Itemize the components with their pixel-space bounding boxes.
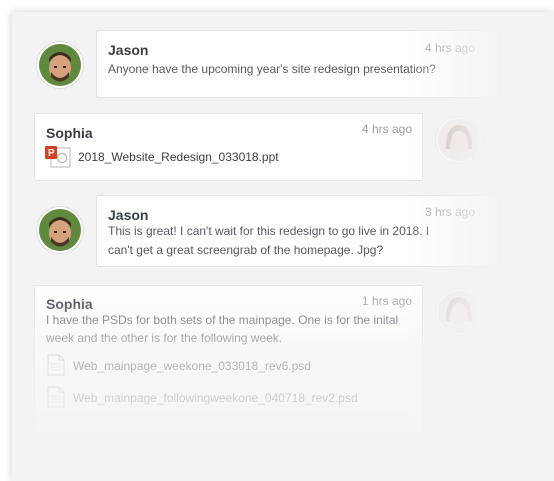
file-link[interactable]: 2018_Website_Redesign_033018.ppt xyxy=(78,150,279,164)
message-bubble-4[interactable]: Sophia 1 hrs ago I have the PSDs for bot… xyxy=(34,285,423,435)
message-time: 1 hrs ago xyxy=(362,294,413,308)
sender-name: Sophia xyxy=(46,125,93,141)
chat-panel: Jason 4 hrs ago Anyone have the upcoming… xyxy=(12,12,554,481)
document-file-icon xyxy=(47,354,65,381)
sophia-photo-icon xyxy=(438,291,480,333)
avatar-sophia[interactable] xyxy=(436,289,482,335)
message-bubble-2[interactable]: Sophia 4 hrs ago P 2018_Website_Redesign… xyxy=(34,113,423,181)
file-link[interactable]: Web_mainpage_weekone_033018_rev6.psd xyxy=(73,359,311,373)
sender-name: Jason xyxy=(108,207,149,223)
document-file-icon xyxy=(47,386,65,413)
powerpoint-file-icon: P xyxy=(44,146,72,173)
jason-photo-icon xyxy=(39,44,81,86)
avatar-jason[interactable] xyxy=(37,42,83,88)
message-time: 4 hrs ago xyxy=(362,122,413,136)
message-text-line-1: I have the PSDs for both sets of the mai… xyxy=(46,313,399,327)
message-time: 3 hrs ago xyxy=(425,205,476,219)
message-text-line-1: This is great! I can't wait for this red… xyxy=(108,224,430,238)
message-text-line-2: week and the other is for the following … xyxy=(46,331,283,345)
message-text-line-2: can't get a great screengrab of the home… xyxy=(108,243,384,257)
sophia-photo-icon xyxy=(438,119,480,161)
message-bubble-1[interactable]: Jason 4 hrs ago Anyone have the upcoming… xyxy=(96,30,500,98)
jason-photo-icon xyxy=(39,209,81,251)
message-bubble-3[interactable]: Jason 3 hrs ago This is great! I can't w… xyxy=(96,195,500,267)
message-text: Anyone have the upcoming year's site red… xyxy=(108,62,436,76)
file-link[interactable]: Web_mainpage_followingweekone_040718_rev… xyxy=(73,391,358,405)
sender-name: Jason xyxy=(108,42,149,58)
avatar-sophia[interactable] xyxy=(436,117,482,163)
avatar-jason[interactable] xyxy=(37,207,83,253)
svg-text:P: P xyxy=(48,148,55,159)
sender-name: Sophia xyxy=(46,296,93,312)
message-time: 4 hrs ago xyxy=(425,41,476,55)
